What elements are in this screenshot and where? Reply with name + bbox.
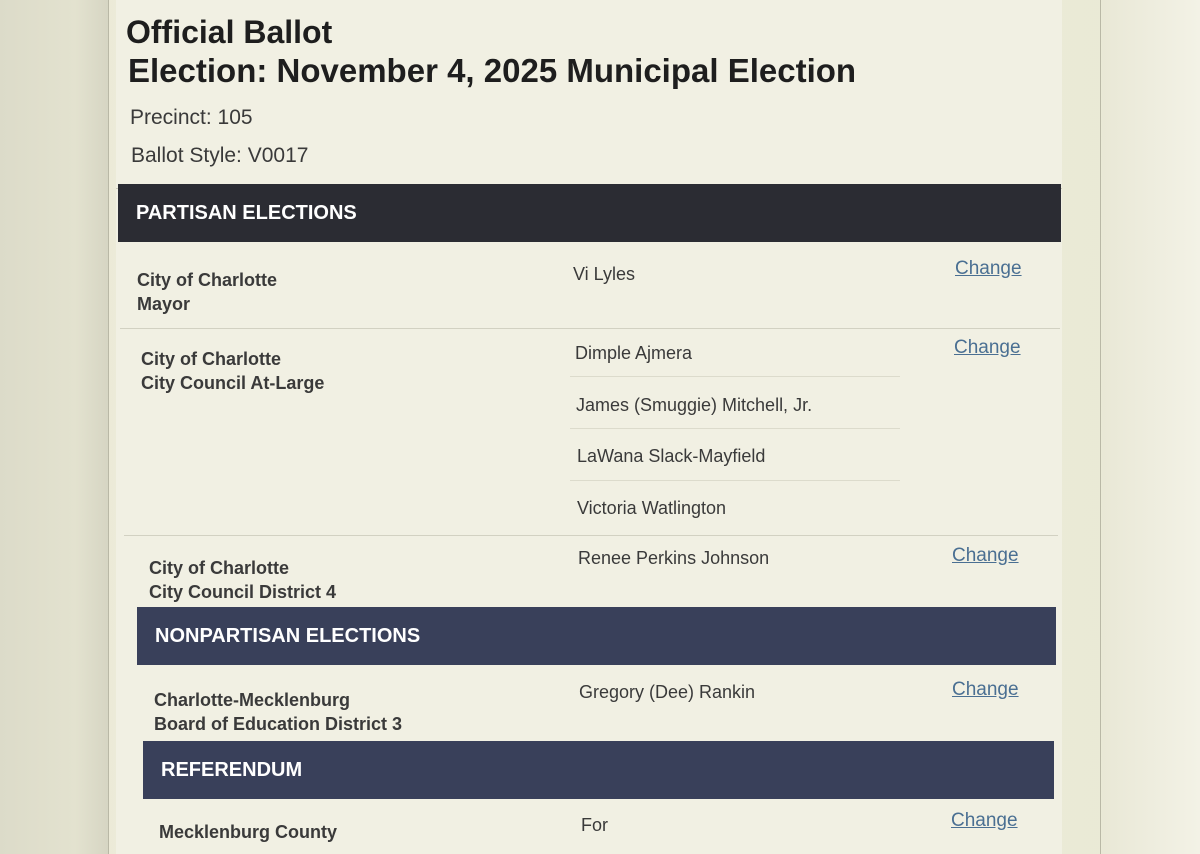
contest-referendum: Mecklenburg County [159, 820, 337, 844]
choice-board-of-education: Gregory (Dee) Rankin [579, 682, 756, 702]
section-header-nonpartisan: NONPARTISAN ELECTIONS [137, 607, 1056, 665]
contest-council-at-large: City of Charlotte City Council At-Large [141, 347, 324, 395]
monitor-bezel-left [0, 0, 108, 854]
contest-jurisdiction: City of Charlotte [149, 558, 290, 578]
contest-jurisdiction: Mecklenburg County [159, 822, 338, 842]
contest-office: Mayor [137, 294, 191, 314]
choice-at-large-2: James (Smuggie) Mitchell, Jr. [576, 395, 813, 415]
choice-mayor: Vi Lyles [573, 264, 636, 284]
change-at-large-link[interactable]: Change [954, 337, 1021, 359]
ballot-style-label: Ballot Style: V0017 [131, 144, 309, 167]
contest-jurisdiction: Charlotte-Mecklenburg [154, 690, 351, 710]
row-divider [124, 535, 1058, 536]
change-board-of-education-link[interactable]: Change [952, 679, 1019, 701]
section-header-referendum: REFERENDUM [143, 741, 1054, 799]
contest-office: Board of Education District 3 [154, 714, 403, 734]
choice-divider [570, 376, 900, 377]
contest-council-district-4: City of Charlotte City Council District … [149, 556, 336, 604]
election-title: Election: November 4, 2025 Municipal Ele… [128, 52, 857, 89]
choice-divider [570, 480, 900, 481]
contest-jurisdiction: City of Charlotte [137, 270, 278, 290]
ballot-title: Official Ballot [126, 14, 333, 50]
frame-divider-right [1100, 0, 1101, 854]
contest-mayor: City of Charlotte Mayor [137, 268, 277, 316]
contest-office: City Council At-Large [141, 373, 325, 393]
choice-referendum: For [581, 815, 608, 835]
frame-divider-left [108, 0, 109, 854]
section-header-partisan: PARTISAN ELECTIONS [118, 184, 1061, 242]
choice-district-4: Renee Perkins Johnson [578, 548, 770, 568]
contest-jurisdiction: City of Charlotte [141, 349, 282, 369]
precinct-label: Precinct: 105 [130, 106, 253, 129]
choice-at-large-1: Dimple Ajmera [575, 343, 693, 363]
contest-office: City Council District 4 [149, 582, 337, 602]
row-divider [120, 328, 1060, 329]
contest-board-of-education: Charlotte-Mecklenburg Board of Education… [154, 688, 402, 736]
monitor-bezel-right [1102, 0, 1200, 854]
choice-at-large-4: Victoria Watlington [577, 498, 727, 518]
choice-at-large-3: LaWana Slack-Mayfield [577, 446, 766, 466]
change-district-4-link[interactable]: Change [952, 545, 1019, 567]
change-referendum-link[interactable]: Change [951, 810, 1018, 832]
choice-divider [570, 428, 900, 429]
change-mayor-link[interactable]: Change [955, 258, 1022, 280]
